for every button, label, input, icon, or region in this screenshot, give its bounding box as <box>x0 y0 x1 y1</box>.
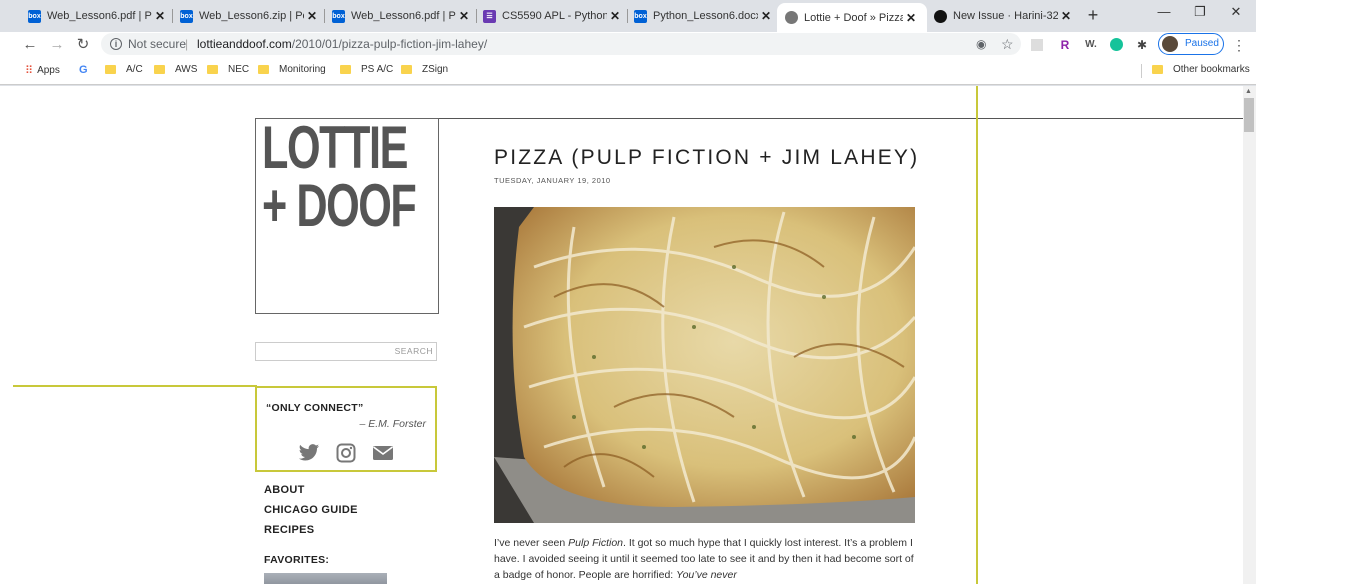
tab[interactable]: box Web_Lesson6.zip | Pow ✕ <box>180 5 320 27</box>
grammarly-icon[interactable] <box>1110 38 1123 51</box>
header-rule <box>439 118 1243 119</box>
bookmark-folder[interactable]: A/C <box>105 64 143 75</box>
star-icon[interactable]: ☆ <box>1001 33 1014 55</box>
tab[interactable]: New Issue · Harini-32/ ✕ <box>934 5 1074 27</box>
search-button[interactable]: SEARCH <box>395 346 433 356</box>
close-window-icon[interactable]: ✕ <box>1222 4 1250 24</box>
folder-icon <box>401 65 412 74</box>
favorites-heading: FAVORITES: <box>264 554 330 566</box>
forward-icon[interactable]: → <box>47 35 67 55</box>
scroll-up-icon[interactable]: ▲ <box>1245 88 1252 95</box>
avatar <box>1162 36 1178 52</box>
toolbar: ← → ↻ i Not secure | lottieanddoof.com/2… <box>0 32 1256 58</box>
folder-icon <box>1152 65 1163 74</box>
web-page: LOTTIE + DOOF SEARCH “ONLY CONNECT” – E.M… <box>13 86 1243 584</box>
bookmark-folder[interactable]: PS A/C <box>340 64 393 75</box>
list-icon: ☰ <box>483 9 496 23</box>
post-title[interactable]: PIZZA (PULP FICTION + JIM LAHEY) <box>494 146 919 170</box>
close-tab-icon[interactable]: ✕ <box>304 9 320 23</box>
post-date: TUESDAY, JANUARY 19, 2010 <box>494 176 611 185</box>
folder-icon <box>207 65 218 74</box>
connect-box: “ONLY CONNECT” – E.M. Forster <box>255 386 437 472</box>
close-tab-icon[interactable]: ✕ <box>607 9 623 23</box>
tab[interactable]: box Python_Lesson6.docx | ✕ <box>634 5 774 27</box>
scrollbar-thumb[interactable] <box>1244 98 1254 132</box>
folder-icon <box>258 65 269 74</box>
bookmark-folder[interactable]: Monitoring <box>258 64 326 75</box>
post-body: I’ve never seen Pulp Fiction. It got so … <box>494 537 914 581</box>
apps-grid-icon: ⠿ <box>25 65 33 77</box>
tab[interactable]: box Web_Lesson6.pdf | Pow ✕ <box>332 5 472 27</box>
bookmarks-bar: ⠿ Apps G A/C AWS NEC Monitoring PS A/C Z… <box>0 58 1256 85</box>
close-tab-icon[interactable]: ✕ <box>903 11 919 25</box>
restore-icon[interactable]: ❐ <box>1186 4 1214 24</box>
new-tab-button[interactable]: + <box>1082 5 1104 27</box>
minimize-icon[interactable]: — <box>1150 4 1178 24</box>
box-icon: box <box>634 9 647 23</box>
reload-icon[interactable]: ↻ <box>73 35 93 55</box>
close-tab-icon[interactable]: ✕ <box>758 9 774 23</box>
box-icon: box <box>180 9 193 23</box>
puzzle-icon[interactable]: ✱ <box>1133 36 1151 54</box>
folder-icon <box>154 65 165 74</box>
bookmark-folder[interactable]: ZSign <box>401 64 448 75</box>
email-icon[interactable] <box>372 443 394 463</box>
site-logo[interactable]: LOTTIE + DOOF <box>255 118 439 314</box>
folder-icon <box>105 65 116 74</box>
accent-rule-horizontal <box>13 385 257 387</box>
address-bar[interactable]: i Not secure | lottieanddoof.com/2010/01… <box>101 33 1021 55</box>
quote-author: – E.M. Forster <box>359 418 426 430</box>
globe-icon <box>785 11 798 24</box>
bookmark-apps[interactable]: ⠿ Apps <box>25 64 60 77</box>
nav-chicago-guide[interactable]: CHICAGO GUIDE <box>264 504 358 524</box>
extension-icon[interactable] <box>1031 39 1043 51</box>
twitter-icon[interactable] <box>298 443 320 463</box>
tab-strip: box Web_Lesson6.pdf | Pow ✕ box Web_Less… <box>0 0 1256 32</box>
tab[interactable]: box Web_Lesson6.pdf | Pow ✕ <box>28 5 168 27</box>
quote: “ONLY CONNECT” <box>266 402 364 414</box>
bookmark-folder[interactable]: NEC <box>207 64 249 75</box>
tab-active[interactable]: Lottie + Doof » Pizza ( ✕ <box>777 3 927 32</box>
tab[interactable]: ☰ CS5590 APL - Python/ ✕ <box>483 5 623 27</box>
close-tab-icon[interactable]: ✕ <box>1058 9 1074 23</box>
accent-rule-vertical <box>976 86 978 584</box>
browser-chrome: box Web_Lesson6.pdf | Pow ✕ box Web_Less… <box>0 0 1256 86</box>
nav-about[interactable]: ABOUT <box>264 484 358 504</box>
extension-r-icon[interactable]: R <box>1056 36 1074 54</box>
back-icon[interactable]: ← <box>20 35 40 55</box>
pizza-photo <box>494 207 915 523</box>
favorite-thumbnail[interactable] <box>264 573 387 584</box>
url-text: lottieanddoof.com/2010/01/pizza-pulp-fic… <box>197 37 488 51</box>
google-icon[interactable]: G <box>79 64 88 76</box>
github-icon <box>934 9 947 23</box>
bookmark-folder[interactable]: AWS <box>154 64 197 75</box>
scrollbar[interactable]: ▲ <box>1243 86 1256 584</box>
folder-icon <box>340 65 351 74</box>
close-tab-icon[interactable]: ✕ <box>152 9 168 23</box>
close-tab-icon[interactable]: ✕ <box>456 9 472 23</box>
security-status: Not secure <box>128 37 187 51</box>
blocked-icon[interactable]: ◉ <box>976 33 986 55</box>
extension-w-icon[interactable]: W. <box>1082 36 1100 54</box>
nav-recipes[interactable]: RECIPES <box>264 524 358 544</box>
info-icon[interactable]: i <box>110 38 122 50</box>
box-icon: box <box>28 9 41 23</box>
box-icon: box <box>332 9 345 23</box>
other-bookmarks[interactable]: Other bookmarks <box>1152 64 1250 75</box>
site-nav: ABOUT CHICAGO GUIDE RECIPES <box>264 484 358 544</box>
menu-icon[interactable]: ⋮ <box>1229 35 1249 55</box>
profile-button[interactable]: Paused <box>1158 33 1224 55</box>
instagram-icon[interactable] <box>335 443 357 463</box>
search-input[interactable]: SEARCH <box>255 342 437 361</box>
